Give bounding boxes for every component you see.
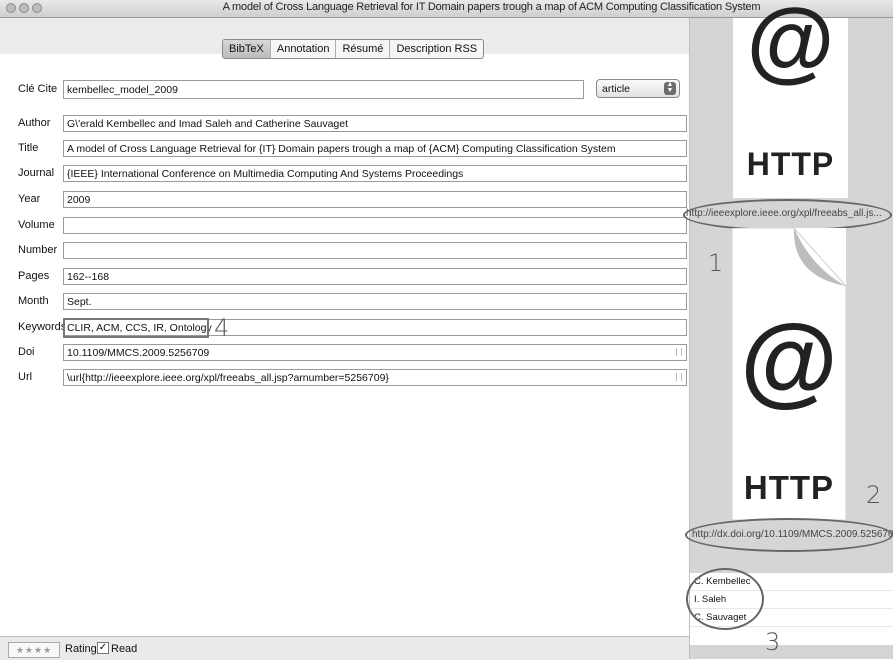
year-field[interactable]: 2009 [63,191,687,208]
month-field[interactable]: Sept. [63,293,687,310]
keywords-highlight-box [63,318,209,338]
tab-bibtex[interactable]: BibTeX [223,40,271,58]
annotation-number-2: 2 [866,481,882,509]
journal-label: Journal [18,167,55,179]
title-field[interactable]: A model of Cross Language Retrieval for … [63,140,687,157]
keywords-label: Keywords [18,321,67,333]
tab-annotation[interactable]: Annotation [271,40,337,58]
tab-resume[interactable]: Résumé [336,40,391,58]
field-resize-icon [676,348,682,356]
at-icon: @ [740,304,838,416]
entry-type-value: article [602,83,631,95]
year-label: Year [18,193,41,205]
cle-cite-field[interactable]: kembellec_model_2009 [63,80,584,99]
url2-highlight-ellipse [685,518,893,552]
entry-type-select[interactable]: article ▲ ▼ [596,79,680,98]
number-label: Number [18,244,58,256]
volume-label: Volume [18,219,55,231]
status-bar: ★★★★ Rating ✓ Read [0,636,689,660]
author-label: Author [18,117,51,129]
volume-field[interactable] [63,217,687,234]
http-label: HTTP [746,146,835,182]
authors-highlight-ellipse [686,568,764,630]
tab-description-rss[interactable]: Description RSS [390,40,483,58]
read-label: Read [111,643,138,655]
title-label: Title [18,142,39,154]
rating-label: Rating [65,643,97,655]
http-label: HTTP [743,469,835,506]
doi-label: Doi [18,346,35,358]
annotation-number-4: 4 [214,314,230,342]
url1-highlight-ellipse [683,199,892,231]
tab-bar: BibTeX Annotation Résumé Description RSS [222,39,485,59]
cle-cite-label: Clé Cite [18,83,58,95]
annotation-number-3: 3 [765,628,781,656]
field-resize-icon [676,373,682,381]
pages-label: Pages [18,270,50,282]
rating-stars[interactable]: ★★★★ [8,642,60,658]
ieee-link-file-icon[interactable]: @ HTTP [733,0,848,198]
url-value: \url{http://ieeexplore.ieee.org/xpl/free… [67,372,389,384]
pages-field[interactable]: 162--168 [63,268,687,285]
at-icon: @ [746,0,835,91]
read-checkbox[interactable]: ✓ [97,642,109,654]
doi-field[interactable]: 10.1109/MMCS.2009.5256709 [63,344,687,361]
select-arrows-icon: ▲ ▼ [664,81,676,95]
doi-value: 10.1109/MMCS.2009.5256709 [67,347,210,359]
checkmark-icon: ✓ [98,642,108,653]
url-label: Url [18,371,33,383]
doi-link-file-icon[interactable]: @ HTTP [732,228,846,520]
url-field[interactable]: \url{http://ieeexplore.ieee.org/xpl/free… [63,369,687,386]
journal-field[interactable]: {IEEE} International Conference on Multi… [63,165,687,182]
annotation-number-1: 1 [708,249,724,277]
month-label: Month [18,295,49,307]
author-field[interactable]: G\'erald Kembellec and Imad Saleh and Ca… [63,115,687,132]
number-field[interactable] [63,242,687,259]
